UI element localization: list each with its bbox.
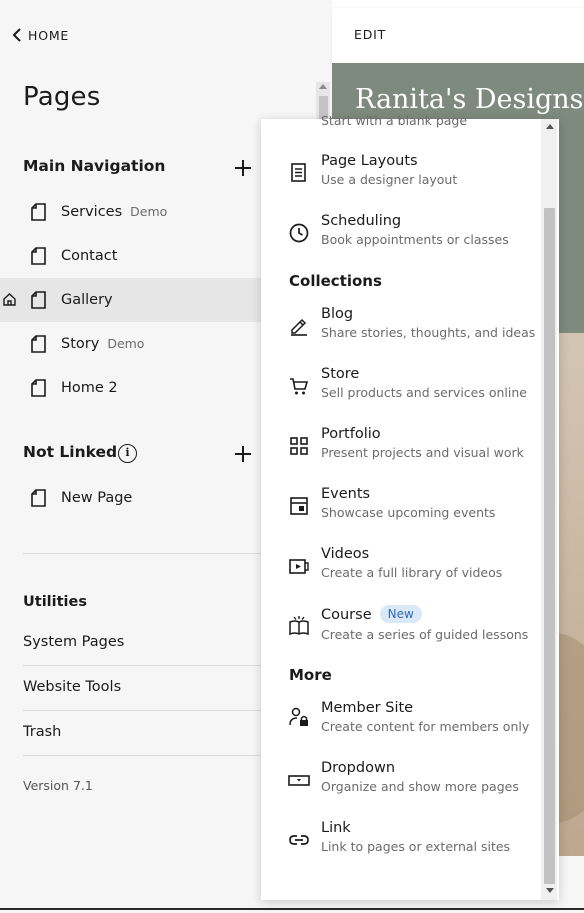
page-layout-icon [291,163,306,182]
utility-divider [23,755,262,756]
nav-item-label: Home 2 [61,380,118,396]
more-heading: More [289,666,332,684]
menu-scroll-thumb[interactable] [544,208,555,884]
info-icon[interactable]: i [118,444,137,463]
menu-item-link[interactable]: Link Link to pages or external sites [261,820,541,872]
system-pages-link[interactable]: System Pages [23,634,124,650]
menu-item-description: Book appointments or classes [321,232,509,247]
homepage-icon [3,293,16,306]
menu-item-page-layouts[interactable]: Page Layouts Use a designer layout [261,153,541,205]
menu-item-title: Dropdown [321,760,396,776]
menu-item-description: Create a series of guided lessons [321,627,529,642]
page-icon [31,291,46,309]
page-title: Pages [23,82,101,112]
menu-item-description: Share stories, thoughts, and ideas [321,325,536,340]
not-linked-heading: Not Linked [23,443,118,461]
grid-icon [290,437,308,455]
nav-item-contact[interactable]: Contact [0,234,262,278]
nav-item-gallery[interactable]: Gallery [0,278,262,322]
dropdown-icon [288,775,310,786]
trash-link[interactable]: Trash [23,724,61,740]
nav-item-services[interactable]: Services Demo [0,190,262,234]
add-not-linked-page-button[interactable] [235,446,251,462]
demo-tag: Demo [107,336,145,351]
menu-item-title: Portfolio [321,426,381,442]
book-icon [289,616,309,636]
version-label: Version 7.1 [23,778,93,793]
menu-item-title: Link [321,820,351,836]
menu-item-description: Sell products and services online [321,385,527,400]
scroll-up-arrow-icon[interactable] [319,84,327,89]
edit-button[interactable]: EDIT [354,27,386,42]
utility-divider [23,710,262,711]
menu-item-title: Events [321,486,371,502]
menu-item-description: Create a full library of videos [321,565,503,580]
nav-item-home-2[interactable]: Home 2 [0,366,262,410]
menu-item-description: Organize and show more pages [321,779,519,794]
menu-item-title: Videos [321,546,370,562]
cart-icon [290,378,309,395]
nav-item-new-page[interactable]: New Page [0,476,262,520]
section-divider [23,553,262,554]
add-main-navigation-page-button[interactable] [235,160,251,176]
page-icon [31,203,46,221]
pen-icon [291,318,307,336]
nav-item-label: Gallery [61,292,113,308]
menu-item-blog[interactable]: Blog Share stories, thoughts, and ideas [261,306,541,358]
demo-tag: Demo [130,204,168,219]
chevron-left-icon [12,28,21,42]
menu-item-description: Present projects and visual work [321,445,524,460]
menu-item-description: Use a designer layout [321,172,458,187]
menu-item-course[interactable]: Course New Create a series of guided less… [261,605,541,657]
website-tools-link[interactable]: Website Tools [23,679,121,695]
menu-item-title: Blog [321,306,354,322]
menu-item-portfolio[interactable]: Portfolio Present projects and visual wo… [261,426,541,478]
video-icon [289,559,309,574]
nav-item-label: New Page [61,490,133,506]
menu-item-title: Page Layouts [321,153,418,169]
nav-item-label: Contact [61,248,118,264]
page-icon [31,379,46,397]
menu-item-description: Link to pages or external sites [321,839,511,854]
menu-item-member-site[interactable]: Member Site Create content for members o… [261,700,541,752]
page-icon [31,247,46,265]
menu-item-scheduling[interactable]: Scheduling Book appointments or classes [261,213,541,265]
scroll-up-arrow-icon[interactable] [546,124,554,129]
link-icon [289,835,309,845]
member-lock-icon [289,707,308,726]
utility-divider [23,665,262,666]
bottom-divider [0,908,584,910]
collections-heading: Collections [289,272,382,290]
nav-item-label: Services [61,204,123,220]
page-icon [31,335,46,353]
clock-icon [289,223,309,243]
menu-item-description: Showcase upcoming events [321,505,496,520]
home-back-label: HOME [28,27,70,43]
menu-item-title: Course [321,607,372,623]
menu-item-events[interactable]: Events Showcase upcoming events [261,486,541,538]
menu-item-description: Create content for members only [321,719,530,734]
blank-page-description-truncated: Start with a blank page [321,113,468,128]
menu-item-title: Scheduling [321,213,402,229]
nav-item-label: Story [61,336,100,352]
menu-item-title: Member Site [321,700,414,716]
calendar-icon [290,497,308,515]
nav-item-story[interactable]: Story Demo [0,322,262,366]
new-badge: New [379,605,422,623]
main-navigation-heading: Main Navigation [23,157,166,175]
home-back-link[interactable]: HOME [10,25,69,45]
utilities-heading: Utilities [23,594,87,610]
scroll-down-arrow-icon[interactable] [546,888,554,893]
menu-item-store[interactable]: Store Sell products and services online [261,366,541,418]
menu-item-dropdown[interactable]: Dropdown Organize and show more pages [261,760,541,812]
menu-item-title: Store [321,366,360,382]
page-icon [31,489,46,507]
menu-item-videos[interactable]: Videos Create a full library of videos [261,546,541,598]
